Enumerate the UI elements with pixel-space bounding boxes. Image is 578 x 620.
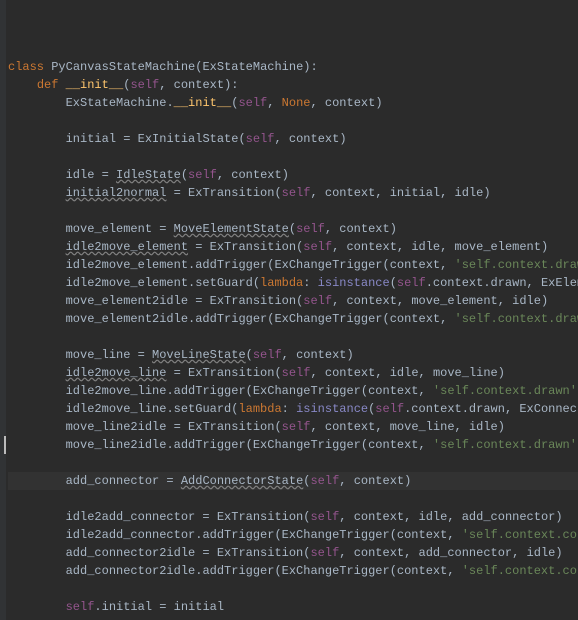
highlighted-line: add_connector = AddConnectorState(self, … [8,472,578,490]
code-line: idle2add_connector.addTrigger(ExChangeTr… [8,528,578,542]
code-line: idle2move_element.addTrigger(ExChangeTri… [8,258,578,272]
code-line: initial = ExInitialState(self, context) [8,132,347,146]
code-line: add_connector = AddConnectorState(self, … [8,474,411,488]
code-line: move_line2idle = ExTransition(self, cont… [8,420,505,434]
caret [4,436,6,454]
code-line: idle2add_connector = ExTransition(self, … [8,510,563,524]
code-line: def __init__(self, context): [8,78,238,92]
code-line: initial2normal = ExTransition(self, cont… [8,186,491,200]
gutter [0,0,6,620]
keyword-class: class [8,60,44,74]
code-line: move_line2idle.addTrigger(ExChangeTrigge… [8,438,578,452]
code-line: move_element2idle = ExTransition(self, c… [8,294,548,308]
code-line: idle = IdleState(self, context) [8,168,289,182]
blank-line [8,114,15,128]
code-line: move_element2idle.addTrigger(ExChangeTri… [8,312,578,326]
code-line: idle2move_line.addTrigger(ExChangeTrigge… [8,384,578,398]
blank-line [8,204,15,218]
code-line: idle2move_element = ExTransition(self, c… [8,240,548,254]
code-line: class PyCanvasStateMachine(ExStateMachin… [8,60,318,74]
code-line: ExStateMachine.__init__(self, None, cont… [8,96,383,110]
code-line: idle2move_line.setGuard(lambda: isinstan… [8,402,578,416]
code-line: move_line = MoveLineState(self, context) [8,348,354,362]
code-editor[interactable]: class PyCanvasStateMachine(ExStateMachin… [0,0,578,620]
blank-line [8,150,15,164]
blank-line [8,582,15,596]
idle-state-call: IdleState [116,168,181,182]
blank-line [8,330,15,344]
unused-var: initial2normal [66,186,167,200]
code-line: idle2move_element.setGuard(lambda: isins… [8,276,578,290]
blank-line [8,456,15,470]
code-line: add_connector2idle = ExTransition(self, … [8,546,563,560]
code-line: move_element = MoveElementState(self, co… [8,222,397,236]
class-name: PyCanvasStateMachine [51,60,195,74]
code-line: add_connector2idle.addTrigger(ExChangeTr… [8,564,578,578]
code-line: idle2move_line = ExTransition(self, cont… [8,366,505,380]
code-line: self.initial = initial [8,600,224,614]
init-method: __init__ [66,78,124,92]
